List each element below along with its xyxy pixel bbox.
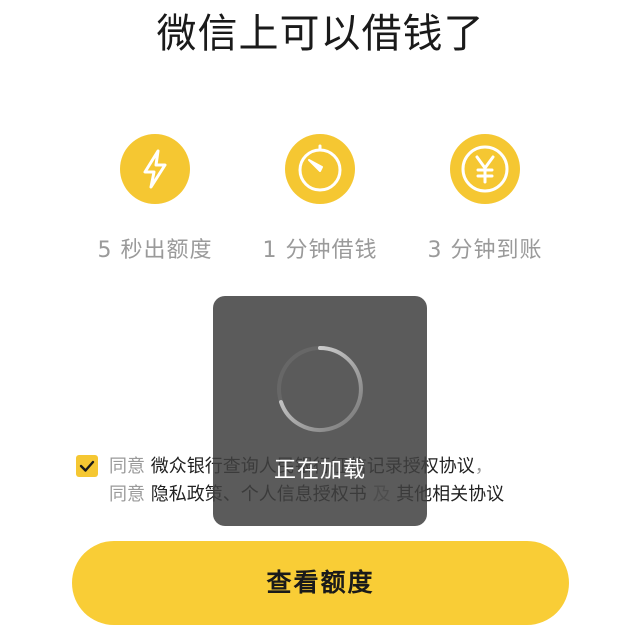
feature-label: 3 分钟到账: [427, 238, 543, 263]
checkmark-icon: [79, 460, 95, 472]
agree-prefix: 同意: [109, 456, 151, 477]
lightning-icon: [120, 134, 190, 204]
loading-text: 正在加载: [273, 458, 366, 483]
loading-toast: 正在加载: [213, 296, 427, 526]
agree-prefix: 同意: [109, 484, 151, 505]
yen-icon: [450, 134, 520, 204]
agree-suffix: ，: [474, 456, 493, 477]
loading-spinner-icon: [277, 346, 363, 432]
feature-label: 1 分钟借钱: [262, 238, 378, 263]
page-title: 微信上可以借钱了: [156, 11, 485, 57]
feature-label: 5 秒出额度: [97, 238, 213, 263]
agree-checkbox[interactable]: [76, 455, 98, 477]
feature-quick-arrival: 3 分钟到账: [405, 133, 565, 265]
feature-quick-borrow: 1 分钟借钱: [240, 133, 400, 265]
feature-quick-limit: 5 秒出额度: [75, 133, 235, 265]
check-limit-button[interactable]: 查看额度: [72, 541, 569, 625]
page: 微信上可以借钱了 5 秒出额度 1 分钟借钱 3 分钟到账 同意 ， 同意 其他…: [0, 0, 641, 641]
timer-icon: [285, 134, 355, 204]
